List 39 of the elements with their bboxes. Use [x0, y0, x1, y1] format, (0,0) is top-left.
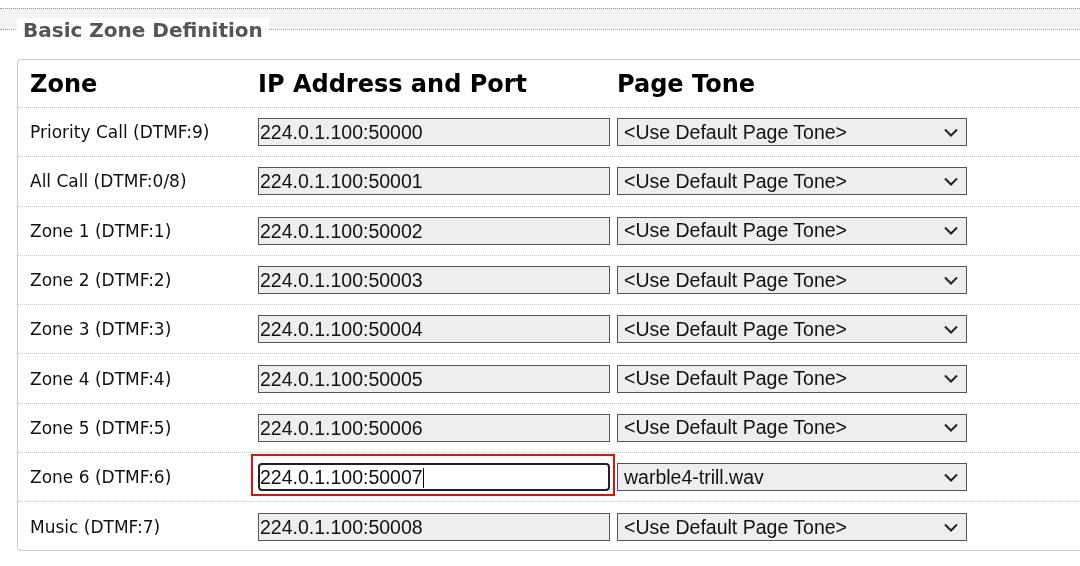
address-field[interactable]: 224.0.1.100:50007 [258, 463, 610, 492]
address-field[interactable]: 224.0.1.100:50001 [258, 167, 610, 196]
chevron-down-icon [944, 127, 958, 137]
chevron-down-icon [944, 472, 958, 482]
address-field[interactable]: 224.0.1.100:50002 [258, 216, 610, 245]
tone-select[interactable]: <Use Default Page Tone> [617, 513, 967, 541]
tone-select[interactable]: <Use Default Page Tone> [617, 413, 967, 442]
chevron-down-icon [944, 176, 958, 186]
zone-label: Zone 6 (DTMF:6) [30, 467, 172, 488]
tone-select[interactable]: <Use Default Page Tone> [617, 118, 967, 147]
chevron-down-icon [944, 275, 958, 285]
tone-select[interactable]: <Use Default Page Tone> [617, 167, 967, 196]
column-header: Page Tone [617, 69, 756, 98]
chevron-down-icon [944, 226, 958, 236]
zone-label: Zone 2 (DTMF:2) [30, 270, 172, 291]
zone-label: Zone 1 (DTMF:1) [30, 220, 172, 241]
chevron-down-icon [944, 423, 958, 433]
zone-label: Zone 3 (DTMF:3) [30, 319, 172, 340]
tone-select[interactable]: <Use Default Page Tone> [617, 216, 967, 245]
address-field[interactable]: 224.0.1.100:50005 [258, 364, 610, 393]
tone-select[interactable]: <Use Default Page Tone> [617, 266, 967, 295]
zone-label: Zone 5 (DTMF:5) [30, 417, 172, 438]
column-header: Zone [29, 69, 99, 98]
zone-label: Music (DTMF:7) [30, 517, 161, 537]
chevron-down-icon [944, 374, 958, 384]
tone-select[interactable]: warble4-trill.wav [617, 463, 967, 492]
tone-select[interactable]: <Use Default Page Tone> [617, 315, 967, 344]
address-field[interactable]: 224.0.1.100:50006 [258, 413, 610, 442]
chevron-down-icon [944, 324, 958, 334]
column-header: IP Address and Port [258, 69, 529, 98]
address-field[interactable]: 224.0.1.100:50008 [258, 513, 610, 541]
tone-select[interactable]: <Use Default Page Tone> [617, 364, 967, 393]
address-field[interactable]: 224.0.1.100:50000 [258, 118, 610, 147]
address-field[interactable]: 224.0.1.100:50004 [258, 315, 610, 344]
zone-label: Priority Call (DTMF:9) [30, 122, 210, 143]
zone-label: All Call (DTMF:0/8) [30, 171, 187, 192]
address-field[interactable]: 224.0.1.100:50003 [258, 266, 610, 295]
chevron-down-icon [944, 522, 958, 532]
zone-label: Zone 4 (DTMF:4) [30, 368, 172, 389]
